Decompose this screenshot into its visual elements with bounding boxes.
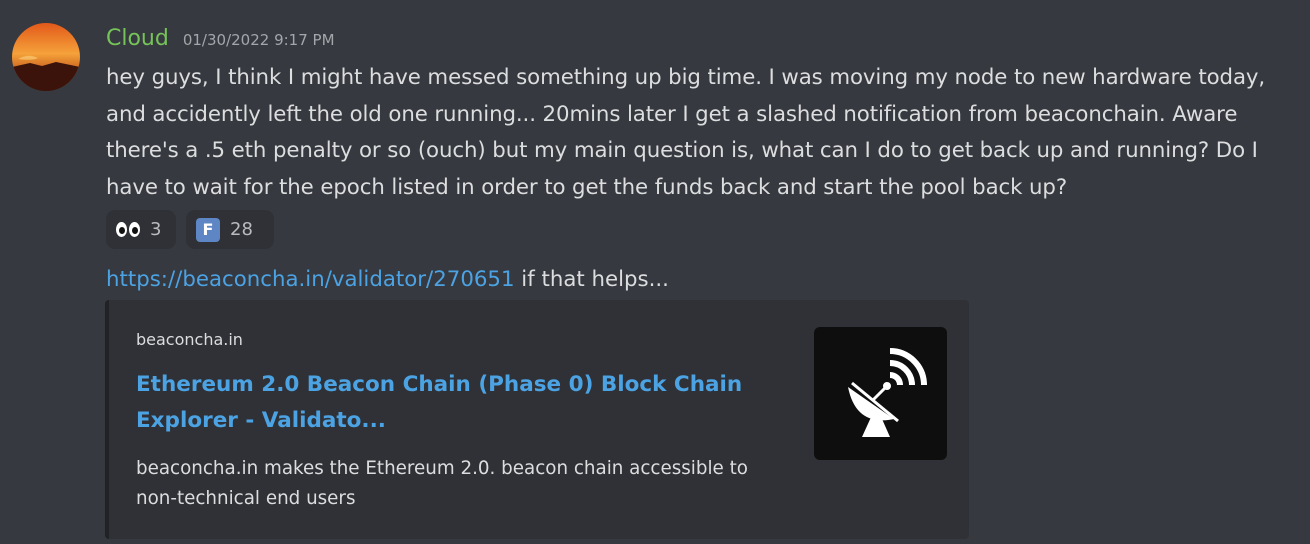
embed-provider: beaconcha.in xyxy=(136,330,243,349)
embed-title[interactable]: Ethereum 2.0 Beacon Chain (Phase 0) Bloc… xyxy=(136,367,756,439)
chat-message: Cloud 01/30/2022 9:17 PM hey guys, I thi… xyxy=(0,0,1310,544)
message-content: hey guys, I think I might have messed so… xyxy=(106,65,1266,200)
eyes-icon xyxy=(116,222,140,237)
f-emoji-icon: F xyxy=(196,217,220,242)
validator-link[interactable]: https://beaconcha.in/validator/270651 xyxy=(106,267,515,292)
embed-description: beaconcha.in makes the Ethereum 2.0. bea… xyxy=(136,458,748,509)
reaction-f[interactable]: F 28 xyxy=(186,210,274,249)
reaction-count: 28 xyxy=(230,219,253,240)
link-embed: beaconcha.in Ethereum 2.0 Beacon Chain (… xyxy=(105,300,969,539)
username[interactable]: Cloud xyxy=(106,26,169,51)
satellite-dish-icon xyxy=(847,347,927,437)
reactions-bar: 3 F 28 xyxy=(106,210,274,249)
avatar[interactable] xyxy=(12,23,80,91)
embed-thumbnail[interactable] xyxy=(814,327,947,460)
reaction-eyes[interactable]: 3 xyxy=(106,210,176,249)
message-header: Cloud 01/30/2022 9:17 PM xyxy=(106,26,335,51)
followup-message: https://beaconcha.in/validator/270651 if… xyxy=(106,262,669,298)
timestamp: 01/30/2022 9:17 PM xyxy=(182,31,335,49)
reaction-count: 3 xyxy=(150,219,162,240)
followup-text: if that helps... xyxy=(514,267,669,292)
